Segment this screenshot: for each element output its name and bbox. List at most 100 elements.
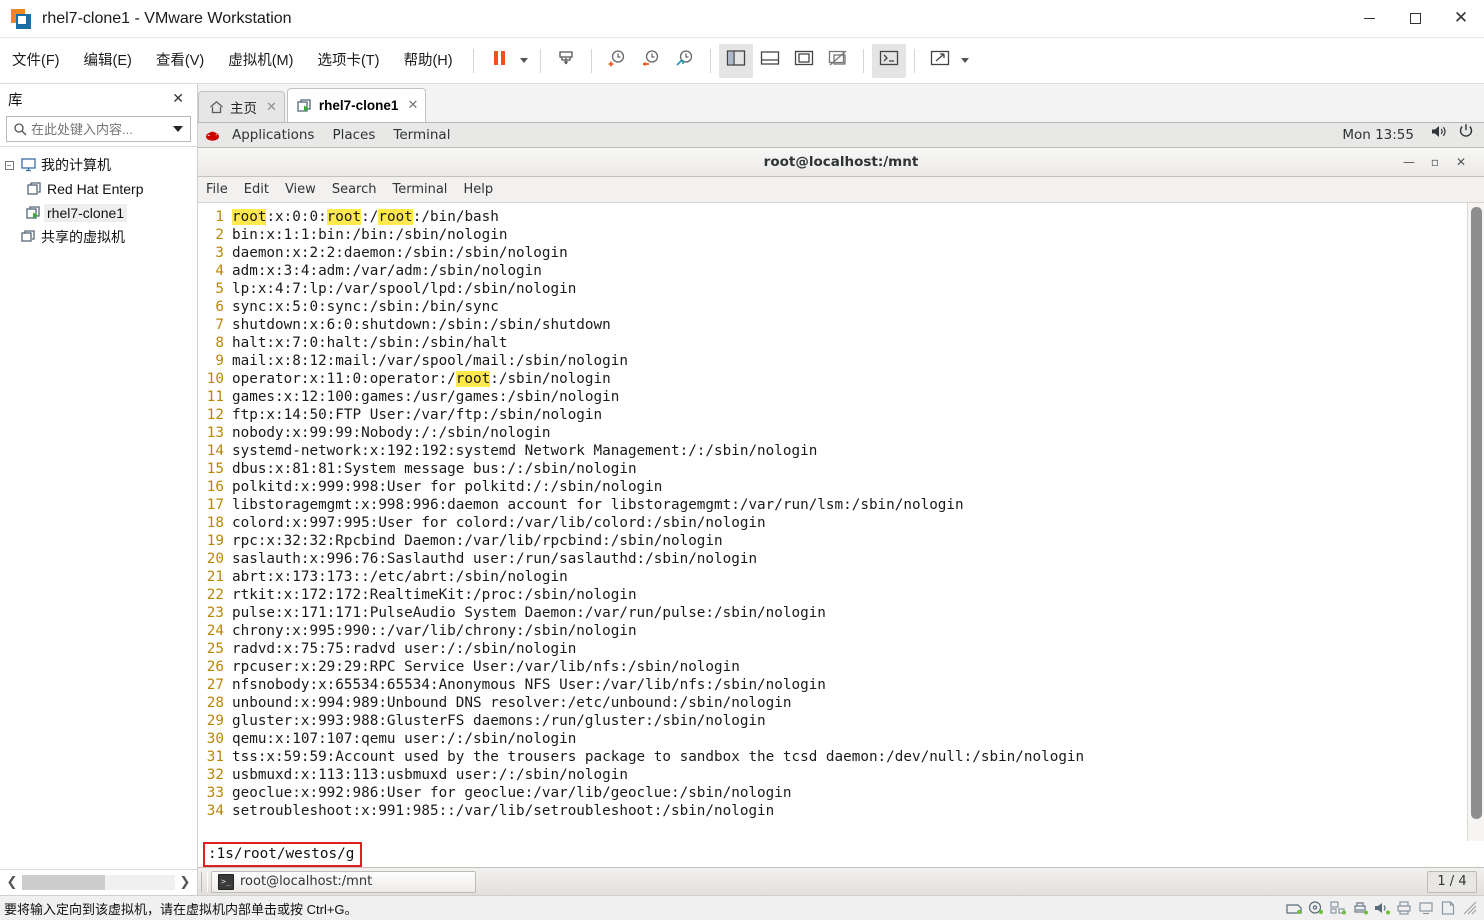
send-pause-button[interactable] — [482, 44, 516, 78]
stretch-dropdown-button[interactable] — [957, 44, 973, 78]
status-cd-dvd-icon[interactable] — [1306, 899, 1326, 917]
terminal-line: 3 daemon:x:2:2:daemon:/sbin:/sbin/nologin — [198, 244, 1467, 262]
library-search-input[interactable] — [31, 121, 173, 137]
library-search-box[interactable] — [6, 116, 191, 142]
taskbar-window-button[interactable]: >_ root@localhost:/mnt — [211, 870, 476, 893]
menu-tabs[interactable]: 选项卡(T) — [305, 38, 391, 84]
terminal-line: 2 bin:x:1:1:bin:/bin:/sbin/nologin — [198, 226, 1467, 244]
terminal-line: 5 lp:x:4:7:lp:/var/spool/lpd:/sbin/nologi… — [198, 280, 1467, 298]
terminal-text-segment: :/ — [361, 209, 379, 225]
terminal-line: 23 pulse:x:171:171:PulseAudio System Daem… — [198, 604, 1467, 622]
revert-snapshot-button[interactable] — [634, 44, 668, 78]
scrollbar-track[interactable] — [22, 875, 175, 890]
terminal-line-number: 33 — [206, 785, 224, 801]
volume-icon[interactable] — [1423, 123, 1456, 148]
gnome-menu-places[interactable]: Places — [323, 123, 384, 148]
expander-icon[interactable]: − — [0, 160, 18, 170]
send-ctrl-alt-del-button[interactable] — [549, 44, 583, 78]
library-close-button[interactable]: ✕ — [167, 89, 189, 109]
library-horizontal-scrollbar[interactable]: ❮ ❯ — [0, 869, 197, 895]
terminal-title-bar[interactable]: root@localhost:/mnt — ▫ ✕ — [198, 148, 1484, 177]
chevron-down-icon[interactable] — [173, 126, 183, 132]
terminal-line-text: operator:x:11:0:operator:/root:/sbin/nol… — [232, 370, 1467, 388]
menu-edit[interactable]: 编辑(E) — [72, 38, 144, 84]
power-icon[interactable] — [1456, 123, 1484, 148]
terminal-line-text: radvd:x:75:75:radvd user:/:/sbin/nologin — [232, 640, 1467, 658]
window-minimize-button[interactable] — [1346, 0, 1392, 37]
terminal-scrollbar[interactable] — [1467, 203, 1484, 841]
tree-item-my-computer[interactable]: − 我的计算机 — [0, 153, 197, 177]
terminal-line-text: dbus:x:81:81:System message bus:/:/sbin/… — [232, 460, 1467, 478]
tab-rhel7-clone1[interactable]: rhel7-clone1 ✕ — [286, 88, 427, 122]
terminal-menu-terminal[interactable]: Terminal — [384, 177, 455, 203]
gnome-menu-terminal[interactable]: Terminal — [384, 123, 459, 148]
menu-vm[interactable]: 虚拟机(M) — [216, 38, 305, 84]
terminal-line-text: halt:x:7:0:halt:/sbin:/sbin/halt — [232, 334, 1467, 352]
terminal-menu-edit[interactable]: Edit — [236, 177, 277, 203]
status-floppy-icon[interactable] — [1438, 899, 1458, 917]
terminal-text-segment: chrony:x:995:990::/var/lib/chrony:/sbin/… — [232, 623, 637, 639]
gnome-clock[interactable]: Mon 13:55 — [1333, 123, 1423, 148]
terminal-line-number: 23 — [206, 605, 224, 621]
gnome-menu-applications[interactable]: Applications — [223, 123, 323, 148]
terminal-minimize-button[interactable]: — — [1396, 152, 1422, 172]
terminal-line-number: 2 — [215, 227, 224, 243]
terminal-line-number: 5 — [215, 281, 224, 297]
snapshot-manager-button[interactable] — [668, 44, 702, 78]
menu-file[interactable]: 文件(F) — [0, 38, 72, 84]
status-sound-icon[interactable] — [1372, 899, 1392, 917]
console-view-button[interactable] — [871, 43, 906, 78]
status-display-icon[interactable] — [1416, 899, 1436, 917]
show-library-button[interactable] — [718, 43, 753, 78]
status-network-icon[interactable] — [1328, 899, 1348, 917]
tree-item-shared-vms[interactable]: 共享的虚拟机 — [0, 225, 197, 249]
terminal-line-number: 17 — [206, 497, 224, 513]
power-dropdown-button[interactable] — [516, 44, 532, 78]
terminal-menu-help[interactable]: Help — [455, 177, 501, 203]
show-thumbnail-bar-button[interactable] — [753, 44, 787, 78]
terminal-line-text: rpc:x:32:32:Rpcbind Daemon:/var/lib/rpcb… — [232, 532, 1467, 550]
terminal-text-segment: adm:x:3:4:adm:/var/adm:/sbin/nologin — [232, 263, 542, 279]
terminal-close-button[interactable]: ✕ — [1448, 152, 1474, 172]
terminal-line: 26 rpcuser:x:29:29:RPC Service User:/var/… — [198, 658, 1467, 676]
menu-help[interactable]: 帮助(H) — [391, 38, 464, 84]
scrollbar-thumb[interactable] — [22, 875, 105, 890]
status-printer-icon[interactable] — [1394, 899, 1414, 917]
window-maximize-button[interactable] — [1392, 0, 1438, 37]
terminal-scrollbar-thumb[interactable] — [1471, 207, 1482, 820]
menu-view[interactable]: 查看(V) — [144, 38, 216, 84]
unity-mode-button[interactable] — [821, 44, 855, 78]
tab-close-icon[interactable]: ✕ — [407, 98, 418, 113]
scroll-right-icon[interactable]: ❯ — [175, 873, 195, 893]
terminal-line: 27 nfsnobody:x:65534:65534:Anonymous NFS … — [198, 676, 1467, 694]
terminal-maximize-button[interactable]: ▫ — [1422, 152, 1448, 172]
guest-screen[interactable]: Applications Places Terminal Mon 13:55 r… — [198, 123, 1484, 895]
library-panel: 库 ✕ − 我的计算机 — [0, 84, 198, 895]
tab-home[interactable]: 主页 ✕ — [198, 91, 285, 122]
workspace-switcher[interactable]: 1 / 4 — [1427, 870, 1477, 893]
terminal-text-segment: tss:x:59:59:Account used by the trousers… — [232, 749, 1085, 765]
tree-item-label: rhel7-clone1 — [44, 204, 128, 222]
resize-grip-icon[interactable] — [1463, 901, 1477, 915]
vim-command-line[interactable]: :1s/root/westos/g — [198, 841, 1484, 867]
status-usb-icon[interactable] — [1350, 899, 1370, 917]
status-hard-disk-icon[interactable] — [1284, 899, 1304, 917]
toolbar-separator — [539, 48, 541, 73]
terminal-menu-search[interactable]: Search — [324, 177, 385, 203]
terminal-line-text: geoclue:x:992:986:User for geoclue:/var/… — [232, 784, 1467, 802]
stretch-guest-button[interactable] — [923, 44, 957, 78]
tree-item-red-hat-enterprise[interactable]: Red Hat Enterp — [0, 177, 197, 201]
terminal-text-area[interactable]: 1 root:x:0:0:root:/root:/bin/bash 2 bin:x:1… — [198, 203, 1467, 841]
terminal-menu-view[interactable]: View — [277, 177, 324, 203]
tab-label: 主页 — [230, 101, 257, 116]
terminal-body[interactable]: 1 root:x:0:0:root:/root:/bin/bash 2 bin:x:1… — [198, 203, 1484, 841]
tab-close-icon[interactable]: ✕ — [266, 100, 277, 115]
taskbar-grip — [201, 871, 208, 892]
take-snapshot-button[interactable] — [600, 44, 634, 78]
scroll-left-icon[interactable]: ❮ — [2, 873, 22, 893]
tree-item-rhel7-clone1[interactable]: rhel7-clone1 — [0, 201, 197, 225]
terminal-menu-file[interactable]: File — [198, 177, 236, 203]
window-close-button[interactable]: ✕ — [1438, 0, 1484, 37]
stretch-icon — [930, 49, 950, 72]
full-screen-button[interactable] — [787, 44, 821, 78]
